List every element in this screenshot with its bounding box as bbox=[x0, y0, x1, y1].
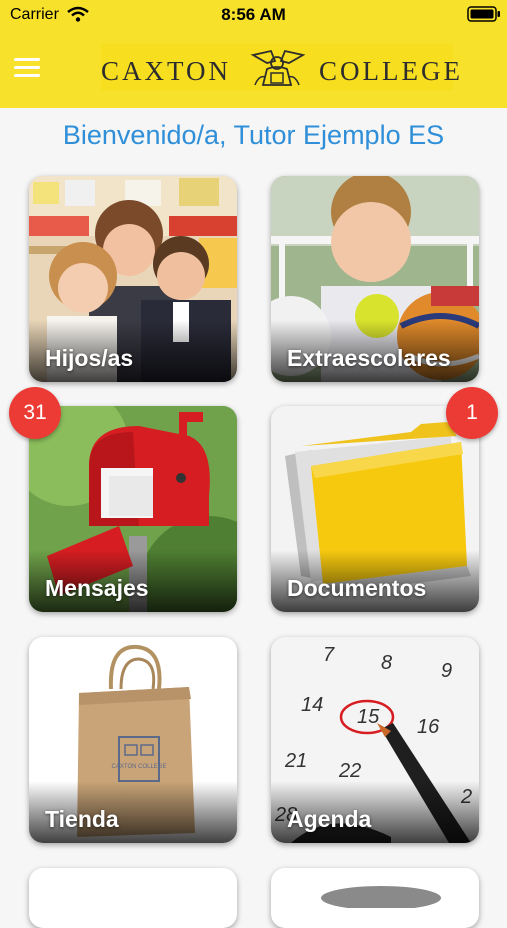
tile-tienda[interactable]: CAXTON COLLEGE Tienda bbox=[29, 637, 237, 843]
calendar-number: 22 bbox=[338, 760, 361, 782]
tile-label: Tienda bbox=[45, 806, 119, 832]
hamburger-menu-icon[interactable] bbox=[14, 58, 42, 78]
caxton-college-logo: CAXTON COLLEGE bbox=[101, 44, 460, 90]
clock: 8:56 AM bbox=[221, 5, 286, 24]
logo-text-right: COLLEGE bbox=[319, 56, 463, 86]
tile-label: Extraescolares bbox=[287, 345, 451, 371]
tile-label: Documentos bbox=[287, 575, 427, 601]
app-header: Carrier 8:56 AM CAXTON COLLEGE bbox=[0, 0, 507, 108]
calendar-number: 8 bbox=[381, 652, 392, 674]
bag-print: CAXTON COLLEGE bbox=[112, 764, 167, 770]
tile-label: Mensajes bbox=[45, 575, 149, 601]
calendar-number: 16 bbox=[417, 716, 440, 738]
tile-next-row-left[interactable] bbox=[29, 868, 237, 928]
mensajes-unread-badge: 31 bbox=[9, 387, 61, 439]
calendar-number: 21 bbox=[284, 750, 307, 772]
tile-agenda[interactable]: 7 8 9 14 15 16 21 22 28 2 Agenda bbox=[271, 637, 479, 843]
tile-mensajes[interactable]: Mensajes bbox=[29, 406, 237, 612]
calendar-number: 14 bbox=[301, 694, 323, 716]
tile-partial-image bbox=[321, 886, 441, 908]
calendar-number: 7 bbox=[323, 644, 335, 666]
lion-crest-icon bbox=[250, 49, 306, 86]
tile-extraescolares[interactable]: Extraescolares bbox=[271, 176, 479, 382]
calendar-number: 9 bbox=[441, 660, 452, 682]
tile-label: Hijos/as bbox=[45, 345, 134, 371]
tile-hijos[interactable]: Hijos/as bbox=[29, 176, 237, 382]
tile-next-row-right[interactable] bbox=[271, 868, 479, 928]
logo-text-left: CAXTON bbox=[101, 56, 232, 86]
welcome-message: Bienvenido/a, Tutor Ejemplo ES bbox=[62, 120, 445, 150]
tile-documentos[interactable]: Documentos bbox=[271, 406, 479, 612]
tile-label: Agenda bbox=[287, 806, 372, 832]
status-bar: Carrier 8:56 AM bbox=[0, 0, 507, 30]
documentos-unread-badge: 1 bbox=[446, 387, 498, 439]
battery-icon bbox=[467, 6, 500, 22]
calendar-number: 15 bbox=[357, 706, 380, 728]
